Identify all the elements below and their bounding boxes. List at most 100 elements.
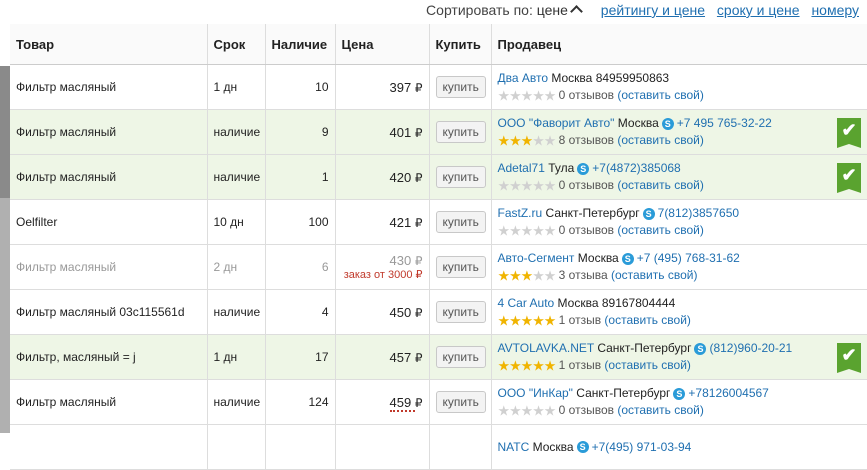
seller-phone[interactable]: +7 (495) 768-31-62 bbox=[637, 251, 740, 265]
seller-name-link[interactable]: 4 Car Auto bbox=[498, 296, 555, 310]
sort-by-term[interactable]: сроку и цене bbox=[717, 2, 800, 18]
star-icon: ★ bbox=[509, 312, 522, 329]
price-amount: 420 bbox=[389, 169, 415, 185]
table-row: NATC Москва S +7(495) 971-03-94 bbox=[10, 424, 867, 470]
buy-cell: купить bbox=[428, 244, 491, 290]
product-name: Фильтр масляный 03c115561d bbox=[10, 289, 207, 335]
skype-icon[interactable]: S bbox=[577, 162, 590, 175]
seller-phone[interactable]: +7 495 765-32-22 bbox=[677, 116, 772, 130]
price-value: 397 ₽ bbox=[342, 80, 423, 95]
star-icon: ★ bbox=[532, 267, 545, 284]
seller-city: Москва bbox=[617, 115, 659, 130]
seller-city: Москва bbox=[577, 250, 619, 265]
table-row: Фильтр масляный наличие 124 459 ₽ купить ООО … bbox=[10, 379, 867, 425]
seller-cell: Adetal71 Тула S +7(4872)385068 ★★★★★ 0 отзы… bbox=[490, 154, 867, 200]
leave-review-link[interactable]: (оставить свой) bbox=[617, 133, 703, 147]
seller-name-link[interactable]: Два Авто bbox=[498, 71, 549, 85]
price-cell: 397 ₽ bbox=[334, 64, 429, 110]
star-icon: ★ bbox=[543, 177, 557, 194]
star-icon: ★ bbox=[532, 87, 545, 104]
seller-info: Adetal71 Тула S +7(4872)385068 bbox=[498, 160, 862, 177]
col-name-header[interactable]: Товар bbox=[10, 24, 207, 65]
col-qty-header[interactable]: Наличие bbox=[264, 24, 335, 65]
skype-icon[interactable]: S bbox=[621, 252, 634, 265]
seller-info: NATC Москва S +7(495) 971-03-94 bbox=[498, 439, 862, 456]
buy-button[interactable]: купить bbox=[435, 211, 486, 233]
seller-info: ООО "ИнКар" Санкт-Петербург S +78126004567 bbox=[498, 385, 862, 402]
leave-review-link[interactable]: (оставить свой) bbox=[617, 88, 703, 102]
price-amount: 459 bbox=[389, 394, 415, 412]
seller-name-link[interactable]: AVTOLAVKA.NET bbox=[498, 341, 594, 355]
verified-check-icon: ✔ bbox=[837, 343, 861, 373]
sort-current[interactable]: цене bbox=[537, 2, 568, 18]
col-buy-header: Купить bbox=[428, 24, 491, 65]
skype-icon[interactable]: S bbox=[642, 207, 655, 220]
seller-cell: NATC Москва S +7(495) 971-03-94 bbox=[490, 424, 867, 470]
leave-review-link[interactable]: (оставить свой) bbox=[604, 358, 690, 372]
seller-phone[interactable]: 7(812)3857650 bbox=[658, 206, 739, 220]
leave-review-link[interactable]: (оставить свой) bbox=[617, 223, 703, 237]
leave-review-link[interactable]: (оставить свой) bbox=[611, 268, 697, 282]
currency-sign: ₽ bbox=[414, 125, 423, 140]
seller-rating: ★★★★★ 8 отзывов (оставить свой) bbox=[498, 132, 862, 149]
review-count: 3 отзыва bbox=[558, 267, 608, 282]
review-count: 1 отзыв bbox=[558, 357, 602, 372]
product-name: Oelfilter bbox=[10, 199, 207, 245]
star-icon: ★ bbox=[532, 357, 545, 374]
seller-phone[interactable]: +7(4872)385068 bbox=[592, 161, 680, 175]
col-price-header[interactable]: Цена bbox=[334, 24, 429, 65]
price-value: 430 ₽ bbox=[342, 253, 423, 268]
leave-review-link[interactable]: (оставить свой) bbox=[617, 178, 703, 192]
left-edge-image-lower bbox=[0, 198, 10, 433]
leave-review-link[interactable]: (оставить свой) bbox=[604, 313, 690, 327]
star-icon: ★ bbox=[509, 222, 522, 239]
price-amount: 450 bbox=[389, 304, 415, 320]
buy-button[interactable]: купить bbox=[435, 76, 486, 98]
skype-icon[interactable]: S bbox=[576, 441, 589, 454]
seller-phone[interactable]: (812)960-20-21 bbox=[709, 341, 792, 355]
sort-by-number[interactable]: номеру bbox=[811, 2, 859, 18]
col-term-header[interactable]: Срок bbox=[206, 24, 265, 65]
table-row: Фильтр масляный наличие 9 401 ₽ купить ООО "Ф… bbox=[10, 109, 867, 155]
seller-name-link[interactable]: ООО "ИнКар" bbox=[498, 386, 573, 400]
star-icon: ★ bbox=[532, 312, 545, 329]
currency-sign: ₽ bbox=[414, 395, 423, 410]
buy-button[interactable]: купить bbox=[435, 391, 486, 413]
seller-cell: Авто-Сегмент Москва S +7 (495) 768-31-62 ★ ★… bbox=[490, 244, 867, 290]
seller-phone[interactable]: +7(495) 971-03-94 bbox=[592, 440, 692, 454]
rating-stars-icon: ★★★★★ bbox=[498, 87, 557, 104]
buy-button[interactable]: купить bbox=[435, 301, 486, 323]
skype-icon[interactable]: S bbox=[673, 387, 686, 400]
star-icon: ★ bbox=[497, 267, 511, 284]
seller-phone[interactable]: +78126004567 bbox=[688, 386, 768, 400]
star-icon: ★ bbox=[509, 177, 522, 194]
star-icon: ★ bbox=[520, 177, 534, 194]
leave-review-link[interactable]: (оставить свой) bbox=[617, 403, 703, 417]
buy-button[interactable]: купить bbox=[435, 256, 486, 278]
buy-button[interactable]: купить bbox=[435, 166, 486, 188]
star-icon: ★ bbox=[520, 87, 534, 104]
seller-name-link[interactable]: Adetal71 bbox=[498, 161, 545, 175]
col-seller-header: Продавец bbox=[490, 24, 867, 65]
buy-cell: купить bbox=[428, 109, 491, 155]
star-icon: ★ bbox=[532, 402, 545, 419]
seller-name-link[interactable]: ООО "Фаворит Авто" bbox=[498, 116, 615, 130]
seller-cell: AVTOLAVKA.NET Санкт-Петербург S (812)960-2… bbox=[490, 334, 867, 380]
buy-cell: купить bbox=[428, 379, 491, 425]
buy-button[interactable]: купить bbox=[435, 346, 486, 368]
skype-icon[interactable]: S bbox=[694, 342, 707, 355]
star-icon: ★ bbox=[497, 222, 511, 239]
sort-by-rating[interactable]: рейтингу и цене bbox=[601, 2, 705, 18]
skype-icon[interactable]: S bbox=[661, 117, 674, 130]
seller-name-link[interactable]: FastZ.ru bbox=[498, 206, 543, 220]
buy-cell: купить bbox=[428, 334, 491, 380]
price-cell: 401 ₽ bbox=[334, 109, 429, 155]
seller-rating: ★★★★★ 0 отзывов (оставить свой) bbox=[498, 402, 862, 419]
buy-button[interactable]: купить bbox=[435, 121, 486, 143]
review-count: 0 отзывов bbox=[558, 402, 614, 417]
stock-qty: 100 bbox=[264, 199, 335, 245]
seller-name-link[interactable]: Авто-Сегмент bbox=[498, 251, 575, 265]
seller-name-link[interactable]: NATC bbox=[498, 440, 530, 454]
star-icon: ★ bbox=[532, 177, 545, 194]
rating-stars-icon: ★★★★★ bbox=[497, 222, 557, 239]
